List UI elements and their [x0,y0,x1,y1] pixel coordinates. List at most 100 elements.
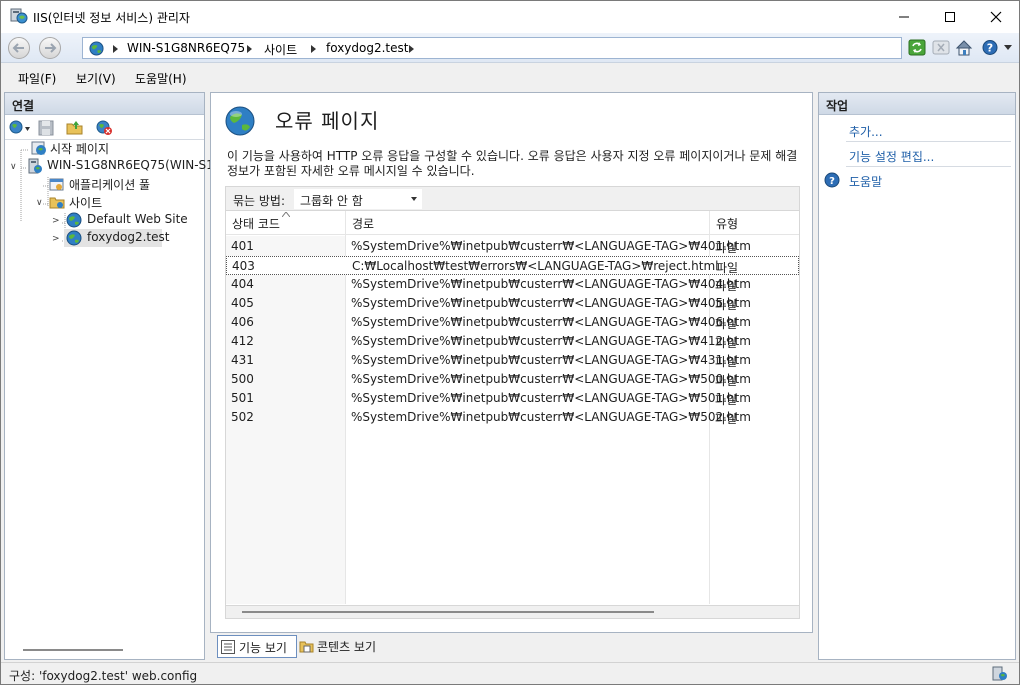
close-button[interactable] [973,1,1019,33]
table-row[interactable]: 502 %SystemDrive%₩inetpub₩custerr₩<LANGUA… [226,408,799,427]
horizontal-scrollbar[interactable] [225,605,800,619]
cell-type: 파일 [715,355,738,369]
breadcrumb-arrow-icon [247,45,252,53]
tree-item-start-page[interactable]: 시작 페이지 [5,139,204,157]
cell-path: %SystemDrive%₩inetpub₩custerr₩<LANGUAGE-… [351,296,751,310]
forward-button[interactable] [39,37,61,59]
cell-type: 파일 [715,279,738,293]
action-add[interactable]: 추가... [849,123,883,140]
table-row[interactable]: 412 %SystemDrive%₩inetpub₩custerr₩<LANGUA… [226,332,799,351]
up-folder-icon[interactable] [66,119,84,136]
connections-toolbar [5,116,204,140]
expanded-chevron-icon[interactable]: ∨ [36,198,43,208]
menu-file[interactable]: 파일(F) [18,70,56,87]
features-view-icon [221,640,235,654]
column-header-status-code[interactable]: 상태 코드 [232,215,280,232]
cell-type: 파일 [715,336,738,350]
group-by-select[interactable]: 그룹화 안 함 [294,189,422,209]
back-arrow-icon [12,43,24,53]
tree-item-label: foxydog2.test [87,230,170,244]
table-row[interactable]: 501 %SystemDrive%₩inetpub₩custerr₩<LANGUA… [226,389,799,408]
expanded-chevron-icon[interactable]: ∨ [10,162,17,172]
window-title: IIS(인터넷 정보 서비스) 관리자 [33,11,190,25]
status-bar: 구성: 'foxydog2.test' web.config [1,662,1019,684]
start-page-icon [31,141,46,155]
minimize-button[interactable] [881,1,927,33]
cell-path: %SystemDrive%₩inetpub₩custerr₩<LANGUAGE-… [351,353,751,367]
tree-item-label: WIN-S1G8NR6EQ75(WIN-S1 [47,158,214,172]
action-help[interactable]: 도움말 [849,173,882,190]
feature-content-panel: 오류 페이지 이 기능을 사용하여 HTTP 오류 응답을 구성할 수 있습니다… [210,92,813,633]
maximize-button[interactable] [927,1,973,33]
cell-type: 파일 [715,298,738,312]
cell-type: 파일 [716,261,739,275]
stop-icon[interactable] [932,39,950,56]
connections-header: 연결 [5,93,204,115]
cell-type: 파일 [715,317,738,331]
home-icon[interactable] [955,39,973,56]
help-icon[interactable]: ? [982,39,1000,56]
column-header-path[interactable]: 경로 [352,215,374,232]
column-header-type[interactable]: 유형 [716,215,738,232]
scrollbar-thumb[interactable] [242,611,654,613]
sort-ascending-icon [282,212,290,217]
tree-scrollbar[interactable] [23,649,123,651]
table-row[interactable]: 401 %SystemDrive%₩inetpub₩custerr₩<LANGUA… [226,237,799,256]
cell-status-code: 500 [231,372,254,386]
tab-label: 콘텐츠 보기 [317,640,377,654]
cell-status-code: 404 [231,277,254,291]
dropdown-arrow-icon [411,197,417,201]
collapsed-chevron-icon[interactable]: > [52,216,60,226]
tab-content-view[interactable]: 콘텐츠 보기 [299,635,389,658]
page-title: 오류 페이지 [275,109,380,133]
tree-item-foxydog2[interactable]: > foxydog2.test [5,229,204,247]
table-row[interactable]: 500 %SystemDrive%₩inetpub₩custerr₩<LANGUA… [226,370,799,389]
collapsed-chevron-icon[interactable]: > [52,234,60,244]
chevron-down-icon[interactable] [1004,45,1012,51]
tree-item-app-pools[interactable]: 애플리케이션 풀 [5,175,204,193]
content-view-icon [299,641,314,653]
refresh-icon[interactable] [908,39,926,56]
tab-features-view[interactable]: 기능 보기 [217,635,297,658]
breadcrumb-site[interactable]: foxydog2.test [326,41,408,55]
breadcrumb-server[interactable]: WIN-S1G8NR6EQ75 [127,41,245,55]
menu-help[interactable]: 도움말(H) [135,70,187,87]
cell-status-code: 431 [231,353,254,367]
menu-view[interactable]: 보기(V) [76,70,116,87]
table-row[interactable]: 406 %SystemDrive%₩inetpub₩custerr₩<LANGUA… [226,313,799,332]
action-divider [846,166,1011,167]
table-row[interactable]: 403 C:₩Localhost₩test₩errors₩<LANGUAGE-TA… [226,256,799,275]
back-button[interactable] [8,37,30,59]
cell-status-code: 412 [231,334,254,348]
status-text: 구성: 'foxydog2.test' web.config [9,669,198,683]
table-row[interactable]: 404 %SystemDrive%₩inetpub₩custerr₩<LANGUA… [226,275,799,294]
table-row[interactable]: 431 %SystemDrive%₩inetpub₩custerr₩<LANGUA… [226,351,799,370]
page-description: 이 기능을 사용하여 HTTP 오류 응답을 구성할 수 있습니다. 오류 응답… [227,149,798,178]
tree-item-default-web-site[interactable]: > Default Web Site [5,211,204,229]
group-by-value: 그룹화 안 함 [300,194,363,208]
app-pool-icon [49,178,64,191]
cell-type: 파일 [715,393,738,407]
cell-path: %SystemDrive%₩inetpub₩custerr₩<LANGUAGE-… [351,334,751,348]
save-icon[interactable] [38,119,54,136]
actions-panel: 작업 추가... 기능 설정 편집... ? 도움말 [818,92,1016,660]
action-edit-feature-settings[interactable]: 기능 설정 편집... [849,148,934,165]
table-row[interactable]: 405 %SystemDrive%₩inetpub₩custerr₩<LANGUA… [226,294,799,313]
tree-item-label: 시작 페이지 [50,142,110,156]
address-bar[interactable]: WIN-S1G8NR6EQ75 사이트 foxydog2.test [82,37,902,59]
tree-item-sites[interactable]: ∨ 사이트 [5,193,204,211]
cell-path: %SystemDrive%₩inetpub₩custerr₩<LANGUAGE-… [351,315,751,329]
cell-status-code: 403 [232,259,255,273]
sites-folder-icon [49,197,65,209]
breadcrumb-sites[interactable]: 사이트 [264,41,297,58]
svg-text:?: ? [987,42,993,55]
connect-globe-icon[interactable] [8,119,32,136]
disconnect-icon[interactable] [95,119,113,136]
tree-item-label: 애플리케이션 풀 [69,178,151,192]
cell-status-code: 406 [231,315,254,329]
close-icon [990,11,1002,23]
tree-item-server[interactable]: ∨ WIN-S1G8NR6EQ75(WIN-S1 [5,157,214,175]
address-bar-area: WIN-S1G8NR6EQ75 사이트 foxydog2.test ? [1,33,1019,63]
globe-icon [66,212,82,228]
cell-type: 파일 [715,241,738,255]
